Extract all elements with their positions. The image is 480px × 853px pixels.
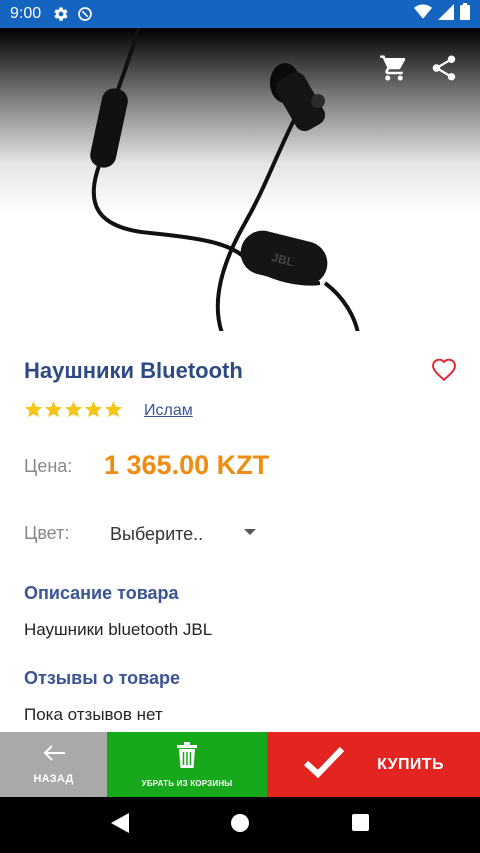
cellular-icon <box>438 3 454 25</box>
remove-from-cart-button[interactable]: УБРАТЬ ИЗ КОРЗИНЫ <box>107 732 267 797</box>
product-image: JBL <box>0 28 480 331</box>
sync-icon <box>77 6 93 22</box>
reviews-title: Отзывы о товаре <box>24 668 180 688</box>
navigation-bar <box>0 797 480 853</box>
triangle-back-icon <box>111 812 129 838</box>
heart-icon <box>430 358 458 386</box>
color-select[interactable]: Выберите.. <box>110 520 260 548</box>
status-bar: 9:00 <box>0 0 480 28</box>
description-title: Описание товара <box>24 583 179 603</box>
seller-link[interactable]: Ислам <box>144 402 193 420</box>
buy-button[interactable]: КУПИТЬ <box>267 732 480 797</box>
nav-home-button[interactable] <box>220 805 260 845</box>
rating-stars <box>24 400 123 419</box>
cart-button[interactable] <box>376 52 412 88</box>
battery-icon <box>460 3 470 25</box>
star-icon <box>24 401 43 418</box>
arrow-left-icon <box>42 744 66 767</box>
price-label: Цена: <box>24 456 73 476</box>
cart-icon <box>379 53 409 88</box>
star-icon <box>104 401 123 418</box>
back-button[interactable]: НАЗАД <box>0 732 107 797</box>
square-recents-icon <box>351 814 369 836</box>
share-icon <box>429 53 459 88</box>
favorite-button[interactable] <box>430 356 460 384</box>
nav-recents-button[interactable] <box>340 805 380 845</box>
checkmark-icon <box>303 746 345 783</box>
settings-icon <box>53 6 69 22</box>
dropdown-arrow-icon <box>244 529 256 535</box>
star-icon <box>64 401 83 418</box>
remove-button-label: УБРАТЬ ИЗ КОРЗИНЫ <box>141 778 233 788</box>
product-title: Наушники Bluetooth <box>24 358 243 383</box>
back-button-label: НАЗАД <box>33 773 74 785</box>
circle-home-icon <box>231 813 249 837</box>
reviews-text: Пока отзывов нет <box>24 705 163 724</box>
action-bar: НАЗАД УБРАТЬ ИЗ КОРЗИНЫ КУПИТЬ <box>0 732 480 797</box>
description-text: Наушники bluetooth JBL <box>24 620 213 639</box>
price-value: 1 365.00 KZT <box>104 450 270 480</box>
wifi-icon <box>414 4 432 25</box>
star-icon <box>44 401 63 418</box>
star-icon <box>84 401 103 418</box>
color-label: Цвет: <box>24 523 70 543</box>
share-button[interactable] <box>426 52 462 88</box>
buy-button-label: КУПИТЬ <box>377 755 444 773</box>
trash-icon <box>176 741 198 773</box>
nav-back-button[interactable] <box>100 805 140 845</box>
color-select-value: Выберите.. <box>110 523 204 544</box>
status-time: 9:00 <box>10 5 42 22</box>
